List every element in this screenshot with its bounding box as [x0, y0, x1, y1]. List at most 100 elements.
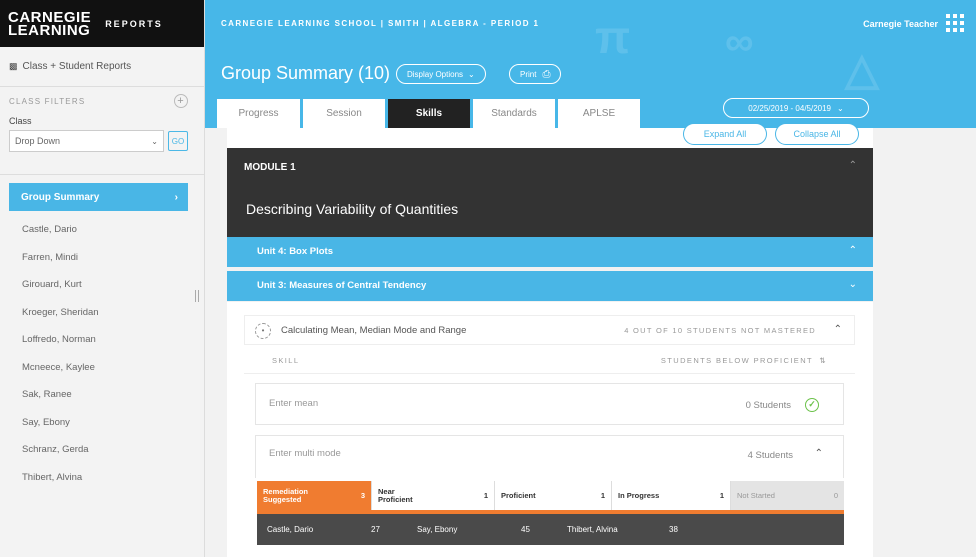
- remediation-student-score: 45: [521, 525, 530, 534]
- sidebar-item-student[interactable]: Mcneece, Kaylee: [0, 354, 204, 382]
- chevron-down-icon: ⌄: [151, 136, 158, 146]
- unit-3-row[interactable]: Unit 3: Measures of Central Tendency ⌄: [227, 271, 873, 301]
- proficiency-not-started[interactable]: Not Started 0: [731, 481, 844, 510]
- class-dropdown[interactable]: Drop Down ⌄: [9, 130, 164, 152]
- reports-icon: ▩: [9, 61, 18, 71]
- remediation-students-row: Castle, Dario 27 Say, Ebony 45 Thibert, …: [257, 514, 844, 545]
- column-header-skill: SKILL: [272, 356, 300, 365]
- header: π ∞ △ CARNEGIE LEARNING SCHOOL | SMITH |…: [205, 0, 976, 128]
- expand-all-button[interactable]: Expand All: [683, 123, 767, 145]
- carnegie-learning-logo[interactable]: CARNEGIE LEARNING: [8, 10, 91, 39]
- chevron-up-icon[interactable]: ⌃: [849, 160, 857, 171]
- display-options-button[interactable]: Display Options ⌄: [396, 64, 486, 84]
- tab-session[interactable]: Session: [303, 99, 385, 128]
- sidebar-item-student[interactable]: Castle, Dario: [0, 216, 204, 244]
- chevron-down-icon[interactable]: ⌄: [849, 279, 857, 290]
- chevron-right-icon: ›: [174, 191, 178, 203]
- unit-4-row[interactable]: Unit 4: Box Plots ⌃: [227, 237, 873, 267]
- proficiency-count: 1: [719, 491, 724, 500]
- remediation-student-name[interactable]: Thibert, Alvina: [567, 525, 618, 534]
- proficiency-count: 3: [360, 491, 365, 500]
- add-filter-icon[interactable]: +: [174, 94, 188, 108]
- sidebar-item-student[interactable]: Girouard, Kurt: [0, 271, 204, 299]
- proficiency-in-progress[interactable]: In Progress 1: [612, 481, 731, 510]
- student-list: Castle, Dario Farren, Mindi Girouard, Ku…: [0, 216, 204, 491]
- sidebar-item-student[interactable]: Kroeger, Sheridan: [0, 299, 204, 327]
- printer-icon: ⎙: [542, 68, 551, 80]
- chevron-up-icon[interactable]: ⌃: [849, 245, 857, 256]
- proficiency-near-proficient[interactable]: Near Proficient 1: [372, 481, 495, 510]
- print-label: Print: [520, 69, 537, 79]
- sidebar-item-student[interactable]: Sak, Ranee: [0, 381, 204, 409]
- skill-row[interactable]: Enter mean 0 Students ✓: [255, 383, 844, 425]
- sidebar-divider: [0, 174, 204, 175]
- display-options-label: Display Options: [407, 69, 464, 79]
- sidebar-item-student[interactable]: Schranz, Gerda: [0, 436, 204, 464]
- topic-row[interactable]: • Calculating Mean, Median Mode and Rang…: [244, 315, 855, 345]
- chevron-down-icon: ⌄: [837, 103, 844, 113]
- sort-icon[interactable]: ⇅: [819, 356, 827, 365]
- skill-student-count: 4 Students: [747, 450, 793, 461]
- remediation-student-name[interactable]: Say, Ebony: [417, 525, 457, 534]
- chevron-up-icon[interactable]: ⌃: [815, 448, 823, 459]
- skills-table-header: SKILL STUDENTS BELOW PROFICIENT ⇅: [244, 346, 855, 374]
- check-circle-icon: ✓: [805, 398, 819, 412]
- remediation-student-score: 38: [669, 525, 678, 534]
- print-button[interactable]: Print ⎙: [509, 64, 562, 84]
- class-filters-label: CLASS FILTERS: [9, 96, 86, 106]
- remediation-student-score: 27: [371, 525, 380, 534]
- sidebar-item-group-summary[interactable]: Group Summary ›: [9, 183, 188, 211]
- class-student-reports-label: Class + Student Reports: [22, 61, 132, 72]
- date-range-value: 02/25/2019 - 04/5/2019: [748, 103, 832, 113]
- chevron-down-icon: ⌄: [468, 69, 475, 79]
- proficiency-label: Proficient: [501, 490, 536, 500]
- chevron-up-icon[interactable]: ⌃: [834, 324, 842, 335]
- app-grid-icon[interactable]: [946, 14, 964, 32]
- proficiency-label: In Progress: [618, 490, 660, 500]
- sidebar-item-student[interactable]: Say, Ebony: [0, 409, 204, 437]
- proficiency-count: 1: [600, 491, 605, 500]
- sidebar-scrollbar[interactable]: [195, 290, 199, 302]
- module-panel[interactable]: MODULE 1 ⌃ Describing Variability of Qua…: [227, 148, 873, 248]
- skill-row[interactable]: Enter multi mode 4 Students ⌃: [255, 435, 844, 478]
- tab-progress[interactable]: Progress: [217, 99, 300, 128]
- skill-student-count: 0 Students: [745, 400, 791, 411]
- proficiency-remediation[interactable]: Remediation Suggested 3: [257, 481, 372, 510]
- proficiency-breakdown: Remediation Suggested 3 Near Proficient …: [257, 481, 844, 510]
- expand-collapse-row: Expand All Collapse All: [227, 123, 873, 148]
- proficiency-count: 0: [833, 491, 838, 500]
- sidebar-item-student[interactable]: Farren, Mindi: [0, 244, 204, 272]
- decorative-math-pattern: △: [845, 45, 879, 94]
- sidebar-item-student[interactable]: Loffredo, Norman: [0, 326, 204, 354]
- group-summary-label: Group Summary: [21, 191, 100, 203]
- collapse-all-button[interactable]: Collapse All: [775, 123, 859, 145]
- module-title: MODULE 1: [244, 162, 296, 173]
- sidebar-item-student[interactable]: Thibert, Alvina: [0, 464, 204, 492]
- sidebar: CARNEGIE LEARNING REPORTS ▩ Class + Stud…: [0, 0, 205, 557]
- class-student-reports-link[interactable]: ▩ Class + Student Reports: [0, 47, 204, 87]
- proficiency-label: Near Proficient: [378, 486, 413, 504]
- unit-4-label: Unit 4: Box Plots: [257, 246, 334, 257]
- topic-status: 4 OUT OF 10 STUDENTS NOT MASTERED: [624, 326, 816, 335]
- user-name[interactable]: Carnegie Teacher: [863, 19, 938, 29]
- tab-standards[interactable]: Standards: [473, 99, 555, 128]
- proficiency-label: Not Started: [737, 490, 775, 500]
- main-content: Expand All Collapse All MODULE 1 ⌃ Descr…: [205, 123, 976, 557]
- logo-line-2: LEARNING: [8, 21, 91, 39]
- skill-name: Enter multi mode: [269, 448, 341, 459]
- module-subtitle: Describing Variability of Quantities: [246, 201, 459, 217]
- go-button[interactable]: GO: [168, 131, 188, 151]
- column-header-students-below-proficient: STUDENTS BELOW PROFICIENT: [660, 356, 813, 365]
- breadcrumb: CARNEGIE LEARNING SCHOOL | SMITH | ALGEB…: [221, 19, 540, 28]
- class-select-row: Drop Down ⌄ GO: [0, 130, 204, 152]
- proficiency-proficient[interactable]: Proficient 1: [495, 481, 612, 510]
- remediation-student-name[interactable]: Castle, Dario: [267, 525, 313, 534]
- tab-aplse[interactable]: APLSE: [558, 99, 640, 128]
- page-title: Group Summary (10): [221, 63, 391, 83]
- topic-name: Calculating Mean, Median Mode and Range: [281, 325, 467, 336]
- tab-skills[interactable]: Skills: [388, 99, 470, 128]
- progress-circle-icon: •: [255, 323, 271, 339]
- date-range-picker[interactable]: 02/25/2019 - 04/5/2019 ⌄: [723, 98, 869, 118]
- class-dropdown-value: Drop Down: [15, 136, 61, 146]
- decorative-math-pattern: π: [595, 11, 631, 63]
